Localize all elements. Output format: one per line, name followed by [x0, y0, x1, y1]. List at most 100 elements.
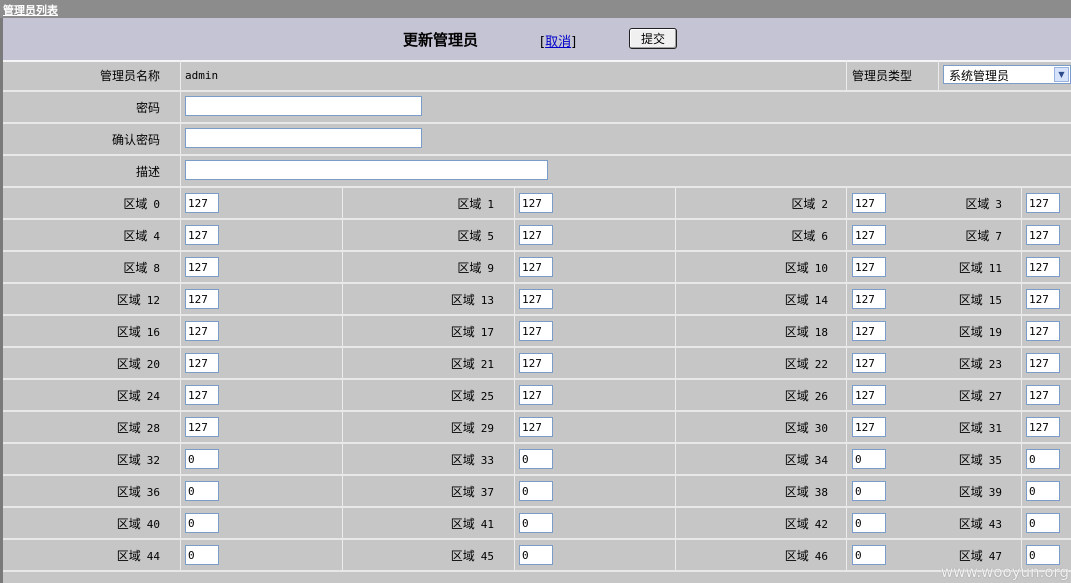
region-label-prefix: 区域 [450, 485, 475, 499]
region-value-input[interactable] [1026, 321, 1060, 341]
cell-divider [1021, 476, 1022, 506]
region-value-input[interactable] [185, 289, 219, 309]
region-label-prefix: 区域 [116, 549, 141, 563]
region-value-input[interactable] [852, 193, 886, 213]
region-label-prefix: 区域 [784, 549, 809, 563]
column-divider [675, 252, 676, 282]
region-value-input[interactable] [519, 321, 553, 341]
region-label: 区域 44 [100, 547, 160, 564]
region-label-prefix: 区域 [784, 389, 809, 403]
region-value-input[interactable] [519, 513, 553, 533]
region-label: 区域 1 [434, 195, 494, 212]
region-value-input[interactable] [519, 449, 553, 469]
region-value-input[interactable] [185, 417, 219, 437]
region-value-input[interactable] [852, 225, 886, 245]
region-value-input[interactable] [852, 385, 886, 405]
region-value-input[interactable] [1026, 257, 1060, 277]
region-value-input[interactable] [185, 513, 219, 533]
cell-divider [846, 412, 847, 442]
region-value-input[interactable] [185, 481, 219, 501]
cell-divider [514, 508, 515, 538]
description-row: 描述 [3, 156, 1071, 188]
region-value-input[interactable] [852, 321, 886, 341]
cancel-link-wrapper: [取消] [540, 35, 577, 50]
region-value-input[interactable] [852, 545, 886, 565]
chevron-down-icon[interactable]: ▼ [1054, 67, 1069, 82]
cell-divider [1021, 316, 1022, 346]
region-value-input[interactable] [519, 257, 553, 277]
cell-divider [514, 476, 515, 506]
region-value-input[interactable] [1026, 193, 1060, 213]
region-value-input[interactable] [852, 513, 886, 533]
region-value-input[interactable] [852, 449, 886, 469]
cell-divider [1021, 220, 1022, 250]
region-number: 1 [487, 198, 494, 211]
region-value-input[interactable] [852, 353, 886, 373]
region-value-input[interactable] [185, 449, 219, 469]
admin-type-label: 管理员类型 [852, 69, 913, 83]
cell-divider [846, 508, 847, 538]
region-label-prefix: 区域 [791, 197, 816, 211]
region-label: 区域 17 [434, 323, 494, 340]
region-value-input[interactable] [1026, 289, 1060, 309]
region-label-prefix: 区域 [457, 197, 482, 211]
region-value-input[interactable] [185, 225, 219, 245]
region-label-prefix: 区域 [791, 229, 816, 243]
region-value-input[interactable] [1026, 353, 1060, 373]
cancel-link[interactable]: 取消 [545, 35, 571, 50]
region-value-input[interactable] [1026, 385, 1060, 405]
region-number: 43 [988, 518, 1002, 531]
region-number: 10 [814, 262, 828, 275]
region-value-input[interactable] [185, 257, 219, 277]
cell-divider [846, 220, 847, 250]
region-number: 12 [146, 294, 160, 307]
region-value-input[interactable] [185, 321, 219, 341]
password-input[interactable] [185, 96, 422, 116]
region-row: 区域 40 区域 41 区域 42 区域 43 [3, 508, 1071, 540]
submit-button[interactable]: 提交 [629, 28, 677, 49]
region-value-input[interactable] [1026, 417, 1060, 437]
region-value-input[interactable] [519, 545, 553, 565]
region-value-input[interactable] [1026, 513, 1060, 533]
region-value-input[interactable] [519, 289, 553, 309]
region-value-input[interactable] [1026, 545, 1060, 565]
region-value-input[interactable] [519, 417, 553, 437]
admin-list-link[interactable]: 管理员列表 [3, 2, 58, 18]
region-value-input[interactable] [519, 385, 553, 405]
region-label: 区域 5 [434, 227, 494, 244]
region-value-input[interactable] [1026, 481, 1060, 501]
column-divider [342, 348, 343, 378]
region-value-input[interactable] [185, 545, 219, 565]
admin-type-select[interactable]: 系统管理员 ▼ [943, 65, 1071, 84]
region-value-input[interactable] [185, 193, 219, 213]
cell-divider [514, 380, 515, 410]
cell-divider [846, 444, 847, 474]
cell-divider [180, 476, 181, 506]
region-value-input[interactable] [519, 481, 553, 501]
region-value-input[interactable] [852, 417, 886, 437]
admin-name-value: admin [185, 69, 219, 82]
region-value-input[interactable] [852, 257, 886, 277]
region-label: 区域 15 [942, 291, 1002, 308]
region-value-input[interactable] [519, 193, 553, 213]
region-value-input[interactable] [1026, 449, 1060, 469]
region-value-input[interactable] [1026, 225, 1060, 245]
region-label: 区域 13 [434, 291, 494, 308]
region-number: 3 [995, 198, 1002, 211]
region-value-input[interactable] [852, 481, 886, 501]
region-value-input[interactable] [519, 353, 553, 373]
region-row: 区域 28 区域 29 区域 30 区域 31 [3, 412, 1071, 444]
region-number: 29 [480, 422, 494, 435]
description-input[interactable] [185, 160, 548, 180]
cell-divider [180, 188, 181, 218]
region-value-input[interactable] [519, 225, 553, 245]
region-label: 区域 45 [434, 547, 494, 564]
confirm-password-input[interactable] [185, 128, 422, 148]
region-value-input[interactable] [185, 353, 219, 373]
region-value-input[interactable] [185, 385, 219, 405]
region-label: 区域 18 [768, 323, 828, 340]
region-label-prefix: 区域 [450, 357, 475, 371]
region-value-input[interactable] [852, 289, 886, 309]
column-divider [675, 316, 676, 346]
column-divider [342, 188, 343, 218]
